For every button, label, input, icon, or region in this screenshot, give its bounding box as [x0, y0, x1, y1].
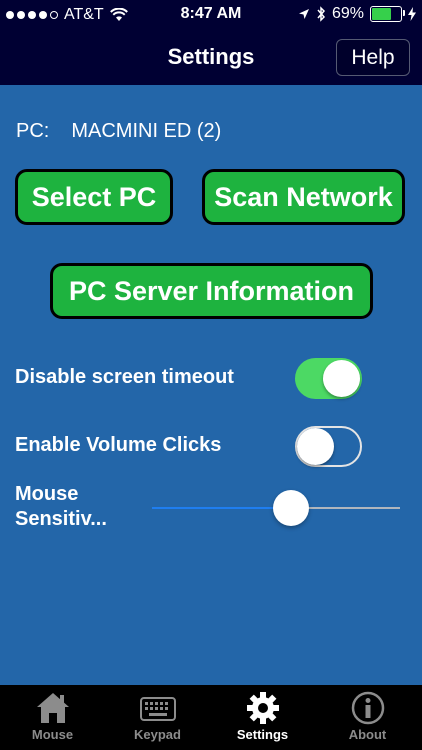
bluetooth-icon — [317, 6, 325, 22]
toggle-knob — [323, 360, 360, 397]
tab-bar: Mouse Keypad Settings About — [0, 685, 422, 750]
enable-volume-clicks-toggle[interactable] — [295, 426, 362, 467]
disable-screen-timeout-toggle[interactable] — [295, 358, 362, 399]
pc-name: MACMINI ED (2) — [71, 120, 222, 142]
scan-network-button[interactable]: Scan Network — [202, 169, 405, 225]
keyboard-icon — [139, 697, 176, 721]
charging-bolt-icon — [408, 7, 416, 21]
info-icon — [351, 691, 384, 725]
house-icon — [36, 693, 69, 723]
tab-about[interactable]: About — [315, 685, 420, 750]
battery-icon — [370, 6, 405, 22]
battery-fill — [372, 8, 392, 20]
pc-server-information-button[interactable]: PC Server Information — [50, 263, 373, 319]
tab-settings[interactable]: Settings — [210, 685, 315, 750]
toggle-knob — [297, 428, 334, 465]
disable-screen-timeout-label: Disable screen timeout — [15, 366, 234, 388]
gear-icon — [246, 692, 279, 724]
slider-track-filled — [152, 507, 291, 509]
selected-pc-row: PC: MACMINI ED (2) — [16, 120, 221, 143]
enable-volume-clicks-label: Enable Volume Clicks — [15, 434, 222, 456]
mouse-sensitivity-label-line1: Mouse — [15, 483, 79, 505]
tab-mouse-label: Mouse — [31, 727, 74, 742]
tab-about-label: About — [348, 727, 387, 742]
pc-label: PC: — [16, 120, 50, 142]
tab-keypad-label: Keypad — [134, 727, 181, 742]
battery-percent: 69% — [331, 5, 364, 22]
slider-thumb[interactable] — [273, 490, 309, 526]
mouse-sensitivity-label-line2: Sensitiv... — [15, 508, 107, 530]
status-bar: AT&T 8:47 AM 69% — [0, 0, 422, 30]
tab-keypad[interactable]: Keypad — [105, 685, 210, 750]
mouse-sensitivity-label: Mouse Sensitiv... — [15, 482, 107, 532]
tab-mouse[interactable]: Mouse — [0, 685, 105, 750]
select-pc-button[interactable]: Select PC — [15, 169, 173, 225]
help-button[interactable]: Help — [336, 39, 410, 76]
top-bar: AT&T 8:47 AM 69% Settings Help — [0, 0, 422, 85]
location-arrow-icon — [298, 9, 309, 19]
tab-settings-label: Settings — [236, 727, 289, 742]
mouse-sensitivity-slider[interactable] — [152, 490, 400, 526]
